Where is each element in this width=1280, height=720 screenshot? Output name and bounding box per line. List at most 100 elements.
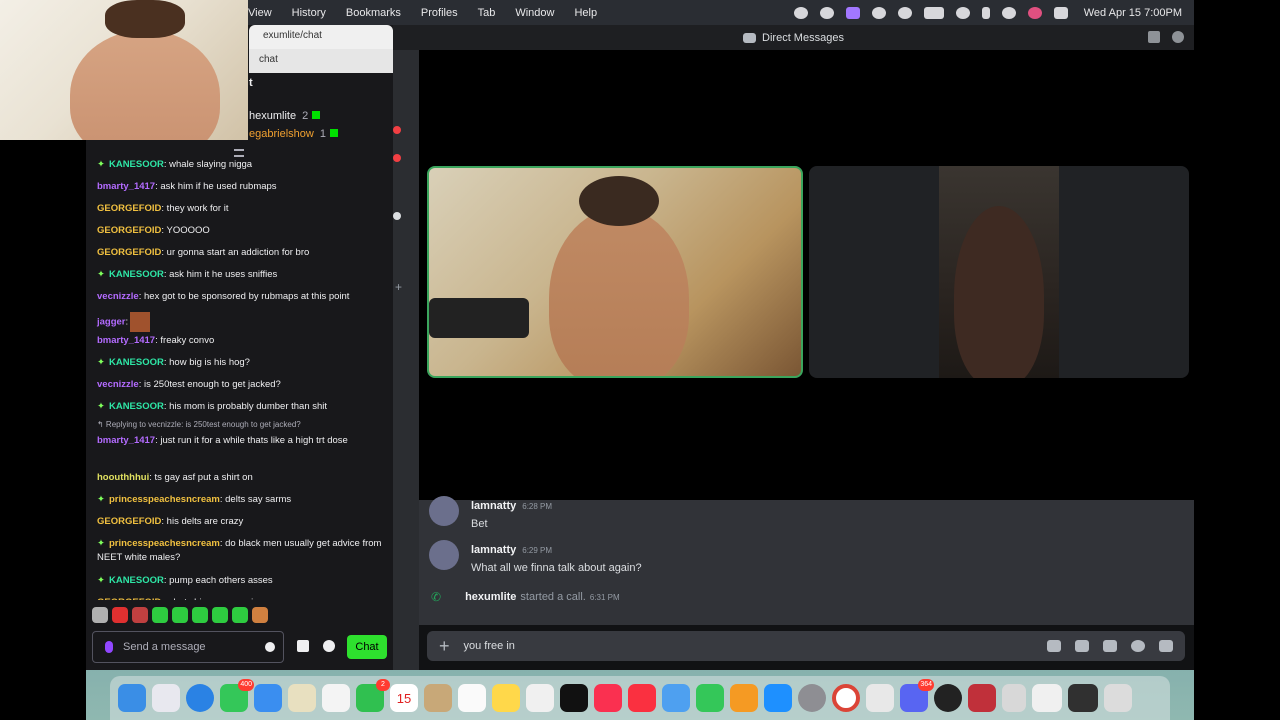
play-icon[interactable] <box>871 6 886 19</box>
help-icon[interactable] <box>1172 31 1184 43</box>
moon-icon[interactable] <box>897 6 912 19</box>
chat-message[interactable]: ✦ KANESOOR: his mom is probably dumber th… <box>97 400 387 414</box>
message-input[interactable]: you free in <box>464 640 515 652</box>
menu-tab[interactable]: Tab <box>478 7 496 19</box>
music-icon[interactable] <box>594 684 622 712</box>
trash-icon[interactable] <box>1104 684 1132 712</box>
attach-plus-icon[interactable]: + <box>439 636 450 657</box>
chat-input[interactable]: Send a message <box>92 631 284 663</box>
message-composer[interactable]: + you free in <box>427 631 1185 661</box>
chat-username[interactable]: KANESOOR <box>109 575 164 586</box>
chat-message[interactable]: ✦ princesspeachesncream: delts say sarms <box>97 493 387 507</box>
maps-icon[interactable] <box>288 684 316 712</box>
discord-icon[interactable]: 364 <box>900 679 934 712</box>
bluetooth-icon[interactable] <box>981 6 990 19</box>
address-bar[interactable]: chat <box>249 49 393 73</box>
emote-icon[interactable] <box>212 607 228 623</box>
menu-bookmarks[interactable]: Bookmarks <box>346 7 401 19</box>
gift-icon[interactable] <box>1047 640 1061 652</box>
emote-icon[interactable] <box>232 607 248 623</box>
calendar-icon[interactable]: 15 <box>390 684 418 712</box>
chrome-icon[interactable] <box>832 684 860 712</box>
chat-username[interactable]: KANESOOR <box>109 401 164 412</box>
dictionary-icon[interactable] <box>968 684 996 712</box>
chat-username[interactable]: GEORGEFOID <box>97 247 161 258</box>
user-avatar[interactable] <box>429 496 459 526</box>
chat-username[interactable]: vecnizzle <box>97 291 139 302</box>
safari-icon[interactable] <box>186 684 214 712</box>
record-icon[interactable] <box>819 6 834 19</box>
chat-message[interactable]: GEORGEFOID: YOOOOO <box>97 224 387 238</box>
menu-history[interactable]: History <box>292 7 326 19</box>
message-author[interactable]: lamnatty <box>471 544 516 556</box>
emote-icon[interactable] <box>152 607 168 623</box>
chat-message[interactable]: ✦ KANESOOR: how big is his hog? <box>97 356 387 370</box>
messages-icon[interactable]: 400 <box>220 679 254 712</box>
chat-message[interactable]: GEORGEFOID: they work for it <box>97 202 387 216</box>
emote-icon[interactable] <box>92 607 108 623</box>
chat-send-button[interactable]: Chat <box>347 635 387 659</box>
control-center-icon[interactable] <box>1053 6 1068 19</box>
add-dm-icon[interactable]: + <box>395 280 402 294</box>
sticker-icon[interactable] <box>1103 640 1117 652</box>
emote-icon[interactable] <box>192 607 208 623</box>
photos-icon[interactable] <box>322 684 350 712</box>
window-thumbnail-icon[interactable] <box>1032 684 1062 712</box>
chat-username[interactable]: hoouthhhui <box>97 472 149 483</box>
folder-thumbnail-icon[interactable] <box>1002 684 1026 712</box>
chat-message[interactable]: GEORGEFOID: ur gonna start an addiction … <box>97 246 387 260</box>
chat-username[interactable]: bmarty_1417 <box>97 181 155 192</box>
reminders-icon[interactable] <box>458 684 486 712</box>
siri-icon[interactable] <box>1027 6 1042 19</box>
chat-username[interactable]: GEORGEFOID <box>97 203 161 214</box>
chat-message[interactable]: ✦ KANESOOR: whale slaying nigga <box>97 158 387 172</box>
menu-view[interactable]: View <box>248 7 272 19</box>
apps-icon[interactable] <box>1159 640 1173 652</box>
chat-username[interactable]: KANESOOR <box>109 159 164 170</box>
message-item[interactable]: lamnatty 6:29 PM What all we finna talk a… <box>429 540 642 574</box>
chat-message[interactable]: vecnizzle: hex got to be sponsored by ru… <box>97 290 387 304</box>
video-tile[interactable] <box>809 166 1189 378</box>
keynote-icon[interactable] <box>662 684 690 712</box>
menu-profiles[interactable]: Profiles <box>421 7 458 19</box>
emote-icon[interactable] <box>132 607 148 623</box>
chat-username[interactable]: bmarty_1417 <box>97 435 155 446</box>
finder-icon[interactable] <box>118 684 146 712</box>
chat-username[interactable]: GEORGEFOID <box>97 597 161 600</box>
chat-message[interactable]: ✦ KANESOOR: ask him it he uses sniffies <box>97 268 387 282</box>
screen-share-icon[interactable] <box>845 6 860 19</box>
viewer-row[interactable]: hexumlite 2 <box>249 110 321 122</box>
news-icon[interactable] <box>628 684 656 712</box>
viewer-name[interactable]: egabrielshow <box>249 128 314 140</box>
message-author[interactable]: lamnatty <box>471 500 516 512</box>
preview-icon[interactable] <box>866 684 894 712</box>
chat-message[interactable]: bmarty_1417: just run it for a while tha… <box>97 434 387 448</box>
emote-icon[interactable] <box>172 607 188 623</box>
inbox-icon[interactable] <box>1148 31 1160 43</box>
chat-username[interactable]: GEORGEFOID <box>97 225 161 236</box>
menu-help[interactable]: Help <box>574 7 597 19</box>
menu-clock[interactable]: Wed Apr 15 7:00PM <box>1084 7 1182 19</box>
gif-icon[interactable] <box>1075 640 1089 652</box>
emoji-icon[interactable] <box>265 642 275 652</box>
viewer-name[interactable]: hexumlite <box>249 110 296 122</box>
mail-icon[interactable] <box>254 684 282 712</box>
chat-message[interactable]: vecnizzle: is 250test enough to get jack… <box>97 378 387 392</box>
numbers-icon[interactable] <box>696 684 724 712</box>
chat-input-placeholder[interactable]: Send a message <box>123 641 206 653</box>
settings-icon[interactable] <box>323 640 335 652</box>
chat-username[interactable]: KANESOOR <box>109 269 164 280</box>
collapse-icon[interactable] <box>234 149 244 157</box>
video-tile-speaking[interactable] <box>427 166 803 378</box>
reply-reference[interactable]: ↰ Replying to vecnizzle: is 250test enou… <box>97 420 301 429</box>
system-settings-icon[interactable] <box>798 684 826 712</box>
chat-message[interactable]: ✦ KANESOOR: pump each others asses <box>97 574 387 588</box>
chat-username[interactable]: vecnizzle <box>97 379 139 390</box>
user-avatar[interactable] <box>429 540 459 570</box>
app-store-icon[interactable] <box>764 684 792 712</box>
mic-icon[interactable] <box>105 641 113 653</box>
message-item[interactable]: lamnatty 6:28 PM Bet <box>429 496 552 530</box>
emote-icon[interactable] <box>112 607 128 623</box>
chat-username[interactable]: GEORGEFOID <box>97 516 161 527</box>
wifi-icon[interactable] <box>955 6 970 19</box>
